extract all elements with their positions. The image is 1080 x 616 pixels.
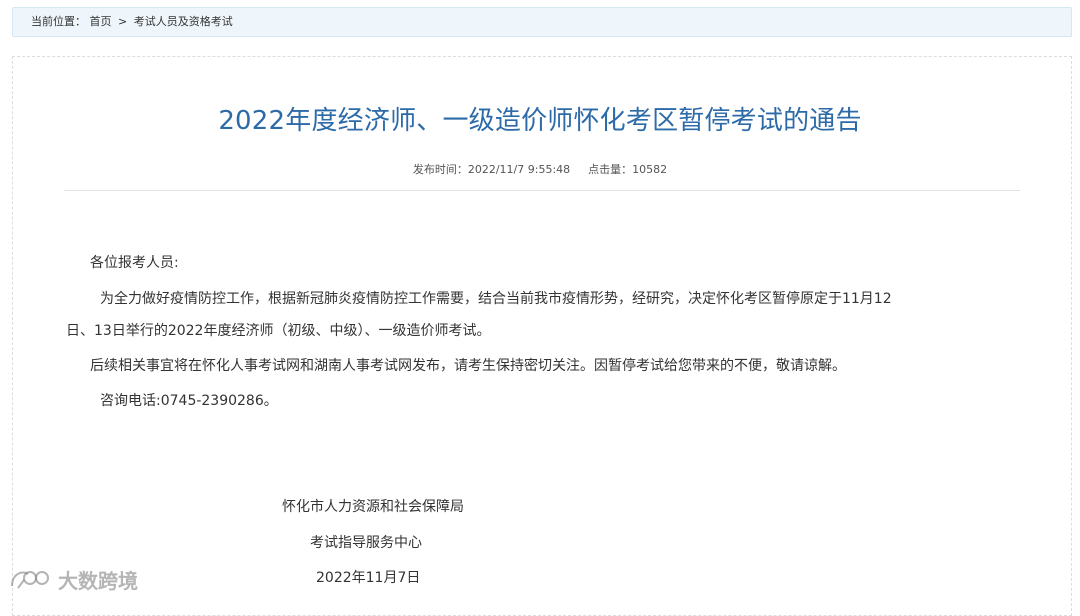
signature-date: 2022年11月7日	[316, 570, 421, 586]
paragraph-2: 后续相关事宜将在怀化人事考试网和湖南人事考试网发布，请考生保持密切关注。因暂停考…	[90, 358, 846, 374]
signature-department: 考试指导服务中心	[310, 535, 422, 551]
article-title: 2022年度经济师、一级造价师怀化考区暂停考试的通告	[218, 106, 862, 136]
signature-organization: 怀化市人力资源和社会保障局	[282, 499, 464, 515]
watermark: 大数跨境	[8, 564, 138, 594]
breadcrumb-separator: >	[118, 15, 128, 28]
watermark-logo-icon	[11, 571, 49, 589]
article-meta: 发布时间：2022/11/7 9:55:48 点击量：10582	[0, 161, 1080, 177]
breadcrumb-current-link[interactable]: 考试人员及资格考试	[134, 15, 233, 28]
paragraph-1-line-2: 日、13日举行的2022年度经济师（初级、中级）、一级造价师考试。	[66, 323, 491, 339]
breadcrumb-home-link[interactable]: 首页	[90, 15, 112, 28]
publish-time-label: 发布时间：	[412, 163, 468, 176]
views-label: 点击量：	[588, 163, 633, 176]
title-divider	[64, 190, 1020, 191]
breadcrumb: 当前位置： 首页 > 考试人员及资格考试	[12, 7, 1072, 37]
breadcrumb-label: 当前位置：	[31, 15, 86, 28]
greeting: 各位报考人员:	[90, 255, 179, 271]
views-count: 10582	[632, 163, 668, 176]
watermark-text: 大数跨境	[58, 568, 138, 593]
contact-phone: 咨询电话:0745-2390286。	[100, 393, 278, 409]
publish-time: 2022/11/7 9:55:48	[467, 163, 571, 176]
paragraph-1-line-1: 为全力做好疫情防控工作，根据新冠肺炎疫情防控工作需要，结合当前我市疫情形势，经研…	[100, 291, 892, 307]
